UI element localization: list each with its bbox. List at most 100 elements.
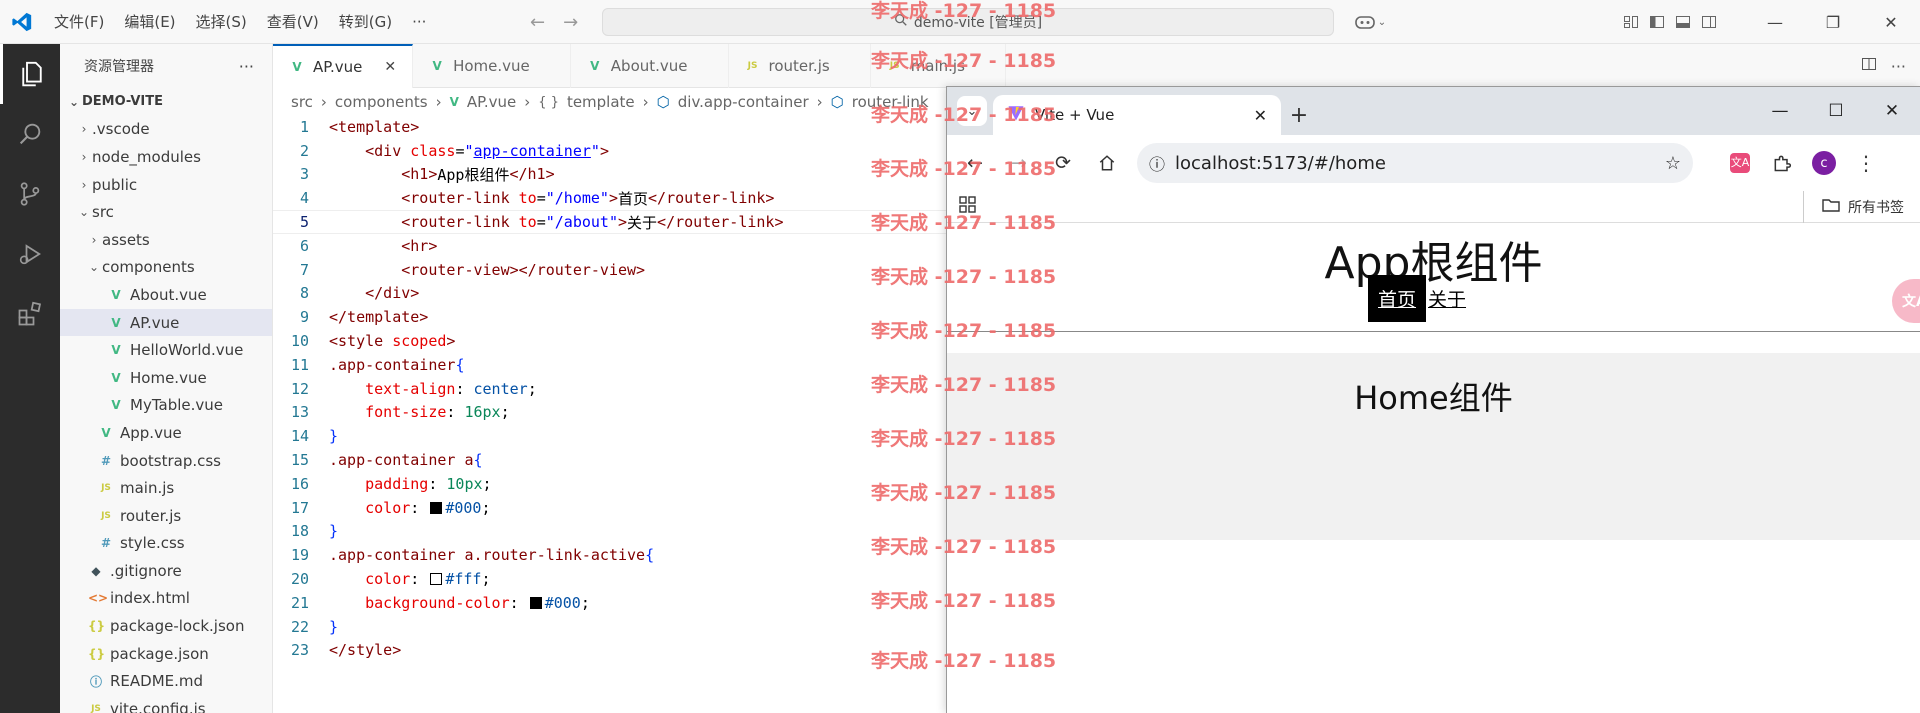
tree-item[interactable]: {} package-lock.json [60,612,272,640]
editor-tab[interactable]: V AP.vue ✕ [273,44,414,88]
toggle-secondary-sidebar-icon[interactable] [1696,9,1722,35]
home-icon[interactable] [1089,145,1125,181]
tree-item[interactable]: <> index.html [60,585,272,613]
menu-item[interactable]: 编辑(E) [114,0,185,44]
tree-item[interactable]: › assets [60,226,272,254]
code-line[interactable]: 14} [273,424,946,448]
code-line[interactable]: 7 <router-view></router-view> [273,258,946,282]
tree-item[interactable]: › public [60,171,272,199]
explorer-icon[interactable] [0,44,60,104]
extensions-puzzle-icon[interactable] [1765,146,1799,180]
code-line[interactable]: 12 text-align: center; [273,377,946,401]
code-line[interactable]: 20 color: #fff; [273,567,946,591]
tree-item[interactable]: # style.css [60,530,272,558]
tree-item[interactable]: ◆ .gitignore [60,557,272,585]
back-arrow-icon[interactable]: ← [530,12,545,33]
editor-actions: ··· [1861,44,1906,88]
forward-arrow-icon[interactable]: → [563,12,578,33]
address-bar[interactable]: ⓘ localhost:5173/#/home ☆ [1137,143,1693,183]
code-line[interactable]: 3 <h1> App根组件 </h1> [273,163,946,187]
code-line[interactable]: 21 background-color: #000; [273,591,946,615]
browser-menu-icon[interactable]: ⋮ [1849,146,1883,180]
breadcrumb-item[interactable]: div.app-container [678,93,809,111]
code-line[interactable]: 17 color: #000; [273,496,946,520]
browser-minimize-button[interactable]: — [1752,87,1808,135]
tree-item[interactable]: V Home.vue [60,364,272,392]
browser-maximize-button[interactable]: ☐ [1808,87,1864,135]
tree-item[interactable]: JS vite.config.js [60,695,272,713]
menu-item[interactable]: ··· [402,0,436,44]
color-swatch[interactable] [430,573,443,586]
tree-item[interactable]: # bootstrap.css [60,447,272,475]
code-line[interactable]: 1 <template> [273,115,946,139]
breadcrumb-item[interactable]: components [335,93,428,111]
tree-item[interactable]: ⌄ src [60,198,272,226]
code-line[interactable]: 23 </style> [273,639,946,663]
profile-avatar[interactable]: c [1807,146,1841,180]
more-actions-icon[interactable]: ··· [1891,57,1906,76]
minimize-button[interactable]: — [1746,0,1804,44]
tree-item[interactable]: V App.vue [60,419,272,447]
editor-tab[interactable]: V About.vue [571,44,729,88]
breadcrumb-item[interactable]: src [291,93,313,111]
code-line[interactable]: 8 </div> [273,282,946,306]
tree-item[interactable]: V AP.vue [60,308,272,337]
tree-item[interactable]: › node_modules [60,143,272,171]
toggle-panel-icon[interactable] [1670,9,1696,35]
menu-item[interactable]: 转到(G) [329,0,402,44]
restore-button[interactable]: ❐ [1804,0,1862,44]
tree-item[interactable]: {} package.json [60,640,272,668]
source-control-icon[interactable] [0,164,60,224]
code-line[interactable]: 22} [273,615,946,639]
tree-item[interactable]: JS main.js [60,474,272,502]
close-tab-icon[interactable]: ✕ [384,59,396,75]
browser-close-button[interactable]: ✕ [1864,87,1920,135]
code-line[interactable]: 9 </template> [273,305,946,329]
run-debug-icon[interactable] [0,224,60,284]
tree-item[interactable]: V HelloWorld.vue [60,336,272,364]
split-editor-icon[interactable] [1861,56,1877,76]
code-line[interactable]: 18} [273,520,946,544]
code-line[interactable]: 19 .app-container a.router-link-active{ [273,543,946,567]
menu-item[interactable]: 查看(V) [257,0,329,44]
breadcrumb-item[interactable]: template [567,93,635,111]
code-line[interactable]: 16 padding: 10px; [273,472,946,496]
tree-item[interactable]: ⓘ README.md [60,667,272,695]
code-line[interactable]: 4 <router-link to = "/home" > 首页 </router-lin… [273,186,946,210]
search-activity-icon[interactable] [0,104,60,164]
tree-item[interactable]: V MyTable.vue [60,392,272,420]
tree-item[interactable]: › .vscode [60,116,272,144]
copilot-icon[interactable]: ⌄ [1350,9,1390,35]
menu-item[interactable]: 选择(S) [186,0,257,44]
color-swatch[interactable] [529,596,542,609]
bookmark-star-icon[interactable]: ☆ [1665,153,1681,174]
code-line[interactable]: 5 <router-link to = "/about" > 关于 </router-li… [273,210,946,234]
new-tab-button[interactable]: + [1281,95,1317,135]
code-line[interactable]: 6 <hr> [273,234,946,258]
more-actions-icon[interactable]: ··· [239,57,254,76]
extensions-icon[interactable] [0,284,60,344]
close-tab-icon[interactable]: ✕ [1254,106,1267,125]
code-line[interactable]: 2 <div class = " app-container " > [273,139,946,163]
tree-item[interactable]: V About.vue [60,281,272,309]
code-line[interactable]: 13 font-size: 16px; [273,401,946,425]
translate-extension-icon[interactable]: 文A [1723,146,1757,180]
code-editor[interactable]: 1 <template> 2 <div class = " app-container " >… [273,115,946,662]
workspace-root[interactable]: ⌄ DEMO-VITE [60,88,272,116]
menu-item[interactable]: 文件(F) [44,0,114,44]
tree-item[interactable]: ⌄ components [60,254,272,282]
code-line[interactable]: 11 .app-container{ [273,353,946,377]
code-line[interactable]: 10 <style scoped > [273,329,946,353]
site-info-icon[interactable]: ⓘ [1149,151,1165,175]
tree-item[interactable]: JS router.js [60,502,272,530]
color-swatch[interactable] [430,501,443,514]
close-button[interactable]: ✕ [1862,0,1920,44]
toggle-primary-sidebar-icon[interactable] [1644,9,1670,35]
customize-layout-icon[interactable] [1618,9,1644,35]
code-line[interactable]: 15 .app-container a{ [273,448,946,472]
editor-tab[interactable]: JS router.js [729,44,871,88]
router-link-about[interactable]: 关于 [1418,275,1476,322]
breadcrumb-item[interactable]: AP.vue [467,93,516,111]
editor-tab[interactable]: V Home.vue [413,44,571,88]
all-bookmarks[interactable]: 所有书签 [1803,191,1904,223]
